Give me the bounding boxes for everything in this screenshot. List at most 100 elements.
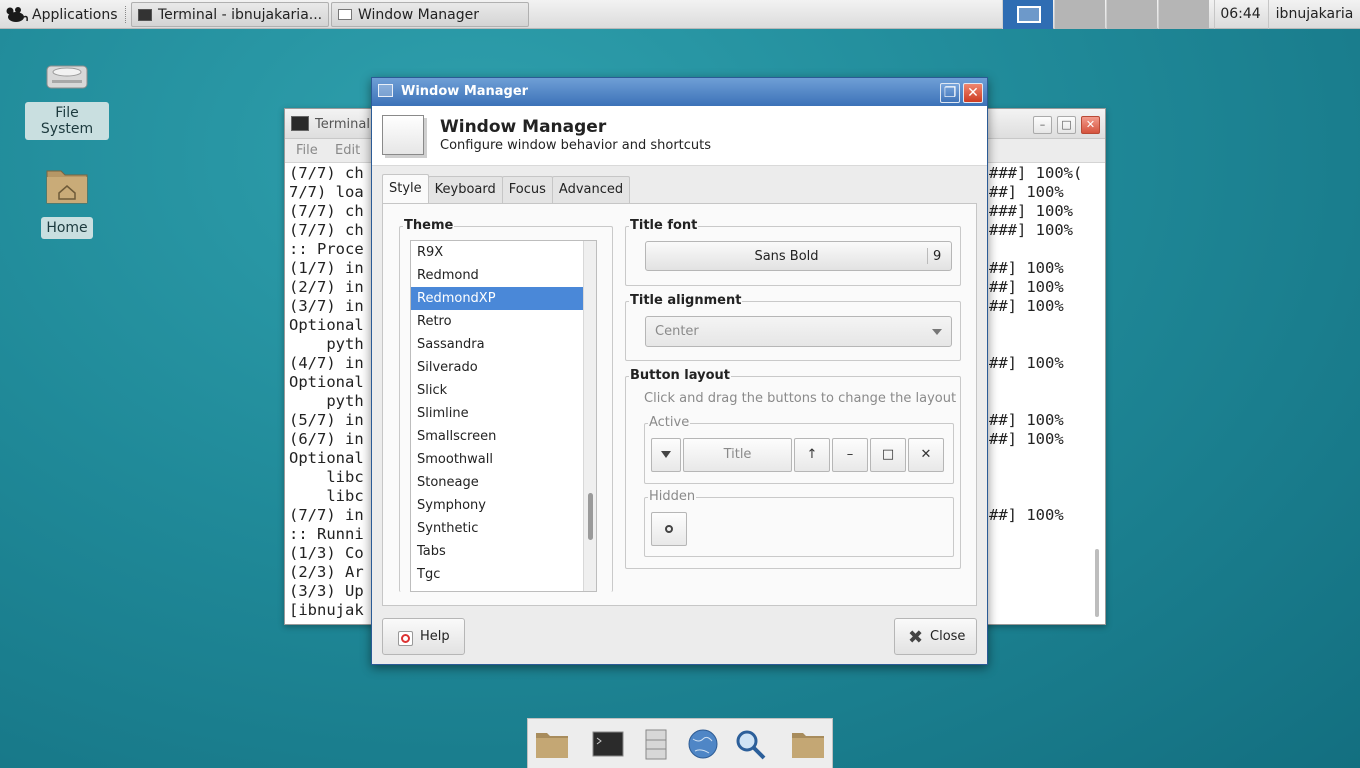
maximize-button[interactable]: □	[1057, 116, 1076, 134]
style-panel: Theme R9X Redmond RedmondXP Retro Sassandra S…	[382, 203, 977, 606]
stick-button[interactable]	[651, 512, 687, 546]
theme-item[interactable]: Redmond	[411, 264, 596, 287]
panel-separator	[125, 6, 127, 23]
terminal-line-right: ###] 100%	[989, 221, 1073, 239]
wm-titlebar[interactable]: Window Manager ❐ ✕	[372, 78, 987, 106]
terminal-line: (3/3) Up	[289, 582, 364, 600]
window-manager-dialog[interactable]: Window Manager ❐ ✕ Window Manager Config…	[371, 77, 988, 665]
drive-icon	[46, 65, 88, 89]
terminal-line-right: ##] 100%	[989, 411, 1064, 429]
shade-button[interactable]: ↑	[794, 438, 830, 472]
terminal-line-right	[989, 335, 1082, 354]
dock-folder[interactable]	[790, 727, 826, 761]
theme-item[interactable]: Tgc	[411, 563, 596, 586]
terminal-line-right	[989, 373, 1082, 392]
tab-advanced[interactable]: Advanced	[551, 176, 631, 204]
hidden-label: Hidden	[648, 489, 697, 504]
tab-keyboard[interactable]: Keyboard	[427, 176, 503, 204]
terminal-line-right: ##] 100%	[989, 183, 1064, 201]
dock-search[interactable]	[733, 727, 769, 761]
terminal-line-right: ###] 100%(	[989, 164, 1083, 182]
wm-heading: Window Manager	[440, 117, 607, 137]
terminal-line: pyth	[289, 335, 364, 353]
dock-file-manager[interactable]	[638, 727, 674, 761]
terminal-line: (6/7) in	[289, 430, 364, 448]
terminal-line-right: ##] 100%	[989, 278, 1064, 296]
theme-list[interactable]: R9X Redmond RedmondXP Retro Sassandra Silvera…	[410, 240, 597, 592]
workspace-4[interactable]	[1158, 0, 1209, 29]
theme-items: R9X Redmond RedmondXP Retro Sassandra Silvera…	[411, 241, 596, 586]
filing-cabinet-icon	[645, 729, 667, 760]
menu-file[interactable]: File	[296, 143, 318, 158]
task-window-manager[interactable]: Window Manager	[331, 2, 529, 27]
theme-item[interactable]: Smallscreen	[411, 425, 596, 448]
maximize-button[interactable]: ❐	[940, 83, 960, 103]
dock-web-browser[interactable]	[685, 727, 721, 761]
minimize-icon: –	[846, 447, 854, 462]
dock-home-folder[interactable]	[534, 727, 570, 761]
tab-style[interactable]: Style	[382, 174, 429, 204]
terminal-line-right: ##] 100%	[989, 430, 1064, 448]
theme-item[interactable]: RedmondXP	[411, 287, 596, 310]
theme-item[interactable]: Slick	[411, 379, 596, 402]
theme-item[interactable]: Tabs	[411, 540, 596, 563]
desktop-icon-file-system[interactable]: File System	[25, 58, 109, 140]
close-button[interactable]: ✕	[1081, 116, 1100, 134]
terminal-output[interactable]: (7/7) ch 7/7) loa (7/7) ch (7/7) ch:: Proce…	[289, 164, 364, 620]
theme-item[interactable]: Smoothwall	[411, 448, 596, 471]
title-button[interactable]: Title	[683, 438, 792, 472]
tab-focus[interactable]: Focus	[501, 176, 553, 204]
terminal-icon	[592, 731, 624, 757]
title-font-label: Title font	[629, 218, 699, 233]
terminal-line: :: Runni	[289, 525, 364, 543]
help-button[interactable]: Help	[382, 618, 465, 655]
close-icon: ✖	[908, 627, 924, 648]
theme-scrollbar[interactable]	[583, 241, 596, 591]
scrollbar-thumb[interactable]	[588, 493, 593, 540]
terminal-line-right	[989, 601, 1082, 620]
clock[interactable]: 06:44	[1214, 0, 1266, 29]
theme-label: Theme	[403, 218, 455, 233]
terminal-line: (1/7) in	[289, 259, 364, 277]
globe-icon	[688, 729, 718, 759]
theme-item[interactable]: Slimline	[411, 402, 596, 425]
minimize-button[interactable]: –	[1033, 116, 1052, 134]
alignment-select[interactable]: Center	[645, 316, 952, 347]
user-menu[interactable]: ibnujakaria	[1268, 0, 1360, 29]
terminal-line: Optional	[289, 449, 364, 467]
task-terminal[interactable]: Terminal - ibnujakaria...	[131, 2, 329, 27]
menu-edit[interactable]: Edit	[335, 143, 360, 158]
workspace-3[interactable]	[1106, 0, 1157, 29]
terminal-line-right	[989, 544, 1082, 563]
dock-terminal[interactable]	[590, 727, 626, 761]
theme-item[interactable]: Silverado	[411, 356, 596, 379]
applications-menu[interactable]: Applications	[4, 0, 118, 29]
theme-group: Theme R9X Redmond RedmondXP Retro Sassandra S…	[399, 218, 613, 592]
workspace-2[interactable]	[1054, 0, 1105, 29]
close-dialog-button[interactable]: ✖ Close	[894, 618, 977, 655]
theme-item[interactable]: Symphony	[411, 494, 596, 517]
home-folder-icon	[46, 170, 88, 204]
theme-item[interactable]: Retro	[411, 310, 596, 333]
terminal-scrollbar[interactable]	[1095, 549, 1099, 617]
workspace-1[interactable]	[1002, 0, 1053, 29]
hidden-buttons-group: Hidden	[644, 489, 954, 557]
theme-item[interactable]: R9X	[411, 241, 596, 264]
font-picker-button[interactable]: Sans Bold 9	[645, 241, 952, 271]
font-size-divider	[927, 248, 928, 264]
close-button[interactable]: ✕	[963, 83, 983, 103]
minimize-layout-button[interactable]: –	[832, 438, 868, 472]
close-layout-button[interactable]: ✕	[908, 438, 944, 472]
menu-button[interactable]	[651, 438, 681, 472]
terminal-line-right	[989, 468, 1082, 487]
terminal-line: (2/7) in	[289, 278, 364, 296]
window-manager-icon	[338, 9, 352, 20]
theme-item[interactable]: Sassandra	[411, 333, 596, 356]
maximize-layout-button[interactable]: □	[870, 438, 906, 472]
desktop-icon-home[interactable]: Home	[40, 163, 94, 239]
terminal-line-right: ##] 100%	[989, 297, 1064, 315]
terminal-line-right	[989, 449, 1082, 468]
theme-item[interactable]: Synthetic	[411, 517, 596, 540]
terminal-line-right	[989, 316, 1082, 335]
theme-item[interactable]: Stoneage	[411, 471, 596, 494]
